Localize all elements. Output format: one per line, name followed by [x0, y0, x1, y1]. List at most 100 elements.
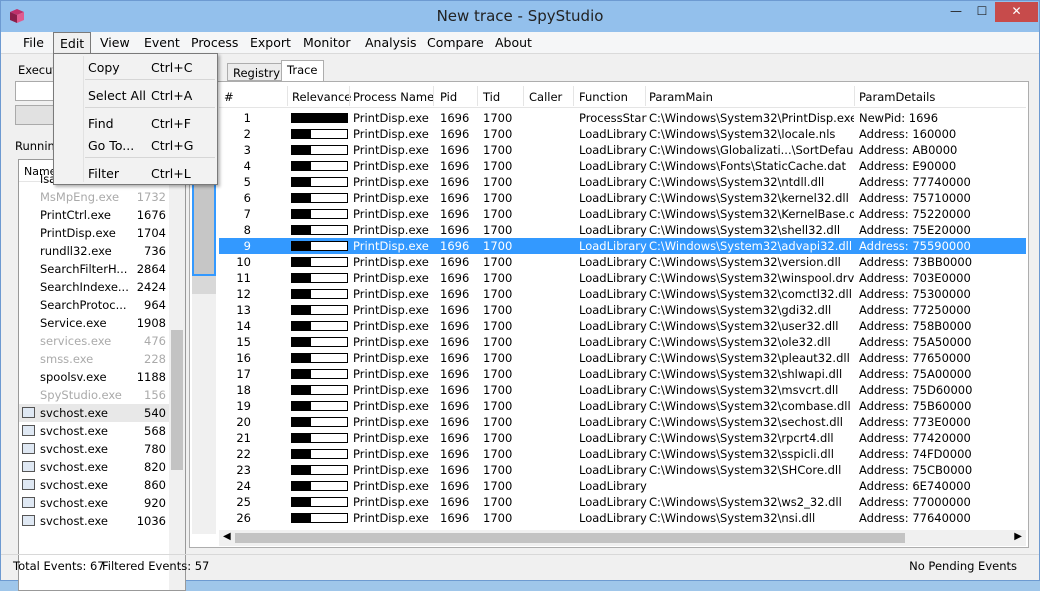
- menu-item-goto[interactable]: Go To... Ctrl+G: [54, 135, 217, 155]
- table-row[interactable]: 16 PrintDisp.exe 1696 1700 LoadLibrary C:\Win…: [219, 350, 1026, 366]
- row-paramdetails: Address: 77250000: [859, 303, 971, 317]
- table-row[interactable]: 4 PrintDisp.exe 1696 1700 LoadLibrary C:\Wind…: [219, 158, 1026, 174]
- menu-export[interactable]: Export: [250, 35, 291, 50]
- menu-item-find[interactable]: Find Ctrl+F: [54, 113, 217, 133]
- menu-view[interactable]: View: [100, 35, 130, 50]
- tab-trace[interactable]: Trace: [281, 60, 324, 81]
- scroll-right-icon[interactable]: ▶: [1014, 531, 1022, 542]
- process-row[interactable]: svchost.exe 820: [19, 458, 169, 476]
- process-row[interactable]: svchost.exe 780: [19, 440, 169, 458]
- row-number: 24: [236, 479, 251, 493]
- process-scroll-thumb[interactable]: [171, 330, 183, 470]
- table-row[interactable]: 7 PrintDisp.exe 1696 1700 LoadLibrary C:\Wind…: [219, 206, 1026, 222]
- tab-registry[interactable]: Registry: [227, 63, 287, 81]
- table-row[interactable]: 6 PrintDisp.exe 1696 1700 LoadLibrary C:\Wind…: [219, 190, 1026, 206]
- table-row[interactable]: 19 PrintDisp.exe 1696 1700 LoadLibrary C:\Win…: [219, 398, 1026, 414]
- row-parammain: C:\Windows\System32\locale.nls: [649, 127, 836, 141]
- row-process-name: PrintDisp.exe: [353, 127, 429, 141]
- table-row[interactable]: 3 PrintDisp.exe 1696 1700 LoadLibrary C:\Wind…: [219, 142, 1026, 158]
- table-row[interactable]: 14 PrintDisp.exe 1696 1700 LoadLibrary C:\Win…: [219, 318, 1026, 334]
- menu-item-copy[interactable]: Copy Ctrl+C: [54, 57, 217, 77]
- table-row[interactable]: 17 PrintDisp.exe 1696 1700 LoadLibrary C:\Win…: [219, 366, 1026, 382]
- row-parammain: C:\Windows\System32\kernel32.dll: [649, 191, 849, 205]
- process-row[interactable]: spoolsv.exe 1188: [19, 368, 169, 386]
- process-row[interactable]: svchost.exe 1036: [19, 512, 169, 530]
- row-function: LoadLibrary: [579, 271, 647, 285]
- process-row[interactable]: Service.exe 1908: [19, 314, 169, 332]
- process-row[interactable]: PrintDisp.exe 1704: [19, 224, 169, 242]
- table-row[interactable]: 23 PrintDisp.exe 1696 1700 LoadLibrary C:\Win…: [219, 462, 1026, 478]
- tab-strip: Registry Trace: [189, 59, 1029, 81]
- menu-item-filter[interactable]: Filter Ctrl+L: [54, 163, 217, 183]
- col-parammain[interactable]: ParamMain: [649, 90, 713, 104]
- process-row[interactable]: PrintCtrl.exe 1676: [19, 206, 169, 224]
- row-parammain: C:\Windows\System32\PrintDisp.exe: [649, 111, 854, 125]
- process-row[interactable]: SpyStudio.exe 156: [19, 386, 169, 404]
- trace-horizontal-scrollbar[interactable]: ◀ ▶: [219, 530, 1026, 546]
- trace-grid[interactable]: # Relevance Process Name Pid Tid Caller …: [219, 84, 1026, 530]
- menu-process[interactable]: Process: [191, 35, 238, 50]
- row-pid: 1696: [440, 495, 470, 509]
- col-relevance[interactable]: Relevance: [292, 90, 351, 104]
- row-number: 2: [243, 127, 251, 141]
- menu-item-select-all[interactable]: Select All Ctrl+A: [54, 85, 217, 105]
- maximize-button[interactable]: ☐: [969, 2, 995, 22]
- table-row[interactable]: 26 PrintDisp.exe 1696 1700 LoadLibrary C:\Win…: [219, 510, 1026, 526]
- menu-about[interactable]: About: [495, 35, 532, 50]
- col-number[interactable]: #: [224, 90, 234, 104]
- col-pid[interactable]: Pid: [440, 90, 457, 104]
- table-row[interactable]: 15 PrintDisp.exe 1696 1700 LoadLibrary C:\Win…: [219, 334, 1026, 350]
- process-row[interactable]: SearchFilterH... 2864: [19, 260, 169, 278]
- process-row[interactable]: svchost.exe 860: [19, 476, 169, 494]
- table-row[interactable]: 20 PrintDisp.exe 1696 1700 LoadLibrary C:\Win…: [219, 414, 1026, 430]
- process-row[interactable]: smss.exe 228: [19, 350, 169, 368]
- menu-monitor[interactable]: Monitor: [303, 35, 351, 50]
- table-row[interactable]: 11 PrintDisp.exe 1696 1700 LoadLibrary C:\Win…: [219, 270, 1026, 286]
- table-row[interactable]: 8 PrintDisp.exe 1696 1700 LoadLibrary C:\Wind…: [219, 222, 1026, 238]
- process-row[interactable]: svchost.exe 920: [19, 494, 169, 512]
- scroll-left-icon[interactable]: ◀: [223, 531, 231, 542]
- row-parammain: C:\Windows\System32\KernelBase.dll: [649, 207, 854, 221]
- process-list-scrollbar[interactable]: [169, 160, 185, 590]
- window-title: New trace - SpyStudio: [436, 7, 604, 25]
- relevance-bar: [291, 497, 348, 507]
- process-row[interactable]: svchost.exe 568: [19, 422, 169, 440]
- table-row[interactable]: 21 PrintDisp.exe 1696 1700 LoadLibrary C:\Win…: [219, 430, 1026, 446]
- table-row[interactable]: 22 PrintDisp.exe 1696 1700 LoadLibrary C:\Win…: [219, 446, 1026, 462]
- table-row[interactable]: 18 PrintDisp.exe 1696 1700 LoadLibrary C:\Win…: [219, 382, 1026, 398]
- table-row[interactable]: 13 PrintDisp.exe 1696 1700 LoadLibrary C:\Win…: [219, 302, 1026, 318]
- app-window: New trace - SpyStudio — ☐ ✕ File Edit Vi…: [0, 0, 1040, 591]
- menu-file[interactable]: File: [23, 35, 44, 50]
- table-row[interactable]: 2 PrintDisp.exe 1696 1700 LoadLibrary C:\Wind…: [219, 126, 1026, 142]
- process-row[interactable]: SearchProtoc... 964: [19, 296, 169, 314]
- menu-event[interactable]: Event: [144, 35, 180, 50]
- row-parammain: C:\Windows\System32\advapi32.dll: [649, 239, 853, 253]
- horizontal-scroll-thumb[interactable]: [235, 533, 905, 543]
- table-row[interactable]: 25 PrintDisp.exe 1696 1700 LoadLibrary C:\Win…: [219, 494, 1026, 510]
- row-pid: 1696: [440, 303, 470, 317]
- process-row[interactable]: SearchIndexe... 2424: [19, 278, 169, 296]
- close-button[interactable]: ✕: [995, 2, 1038, 22]
- process-row[interactable]: services.exe 476: [19, 332, 169, 350]
- process-row[interactable]: svchost.exe 540: [19, 404, 169, 422]
- col-process-name[interactable]: Process Name: [353, 90, 434, 104]
- table-row[interactable]: 9 PrintDisp.exe 1696 1700 LoadLibrary C:\Wind…: [219, 238, 1026, 254]
- table-row[interactable]: 1 PrintDisp.exe 1696 1700 ProcessStartedC:\W…: [219, 110, 1026, 126]
- menu-analysis[interactable]: Analysis: [365, 35, 417, 50]
- col-caller[interactable]: Caller: [529, 90, 562, 104]
- menu-compare[interactable]: Compare: [427, 35, 484, 50]
- table-row[interactable]: 10 PrintDisp.exe 1696 1700 LoadLibrary C:\Win…: [219, 254, 1026, 270]
- process-list[interactable]: Name lsass.exeMsMpEng.exe1732PrintCtrl.e…: [18, 159, 186, 591]
- col-paramdetails[interactable]: ParamDetails: [859, 90, 935, 104]
- process-row[interactable]: rundll32.exe 736: [19, 242, 169, 260]
- table-row[interactable]: 24 PrintDisp.exe 1696 1700 LoadLibrary Addres…: [219, 478, 1026, 494]
- minimize-button[interactable]: —: [943, 2, 969, 22]
- table-row[interactable]: 5 PrintDisp.exe 1696 1700 LoadLibrary C:\Wind…: [219, 174, 1026, 190]
- row-parammain: C:\Windows\System32\combase.dll: [649, 399, 851, 413]
- col-function[interactable]: Function: [579, 90, 628, 104]
- menu-edit[interactable]: Edit: [53, 32, 92, 55]
- process-row[interactable]: MsMpEng.exe 1732: [19, 188, 169, 206]
- process-icon: [22, 425, 35, 436]
- col-tid[interactable]: Tid: [483, 90, 500, 104]
- table-row[interactable]: 12 PrintDisp.exe 1696 1700 LoadLibrary C:\Win…: [219, 286, 1026, 302]
